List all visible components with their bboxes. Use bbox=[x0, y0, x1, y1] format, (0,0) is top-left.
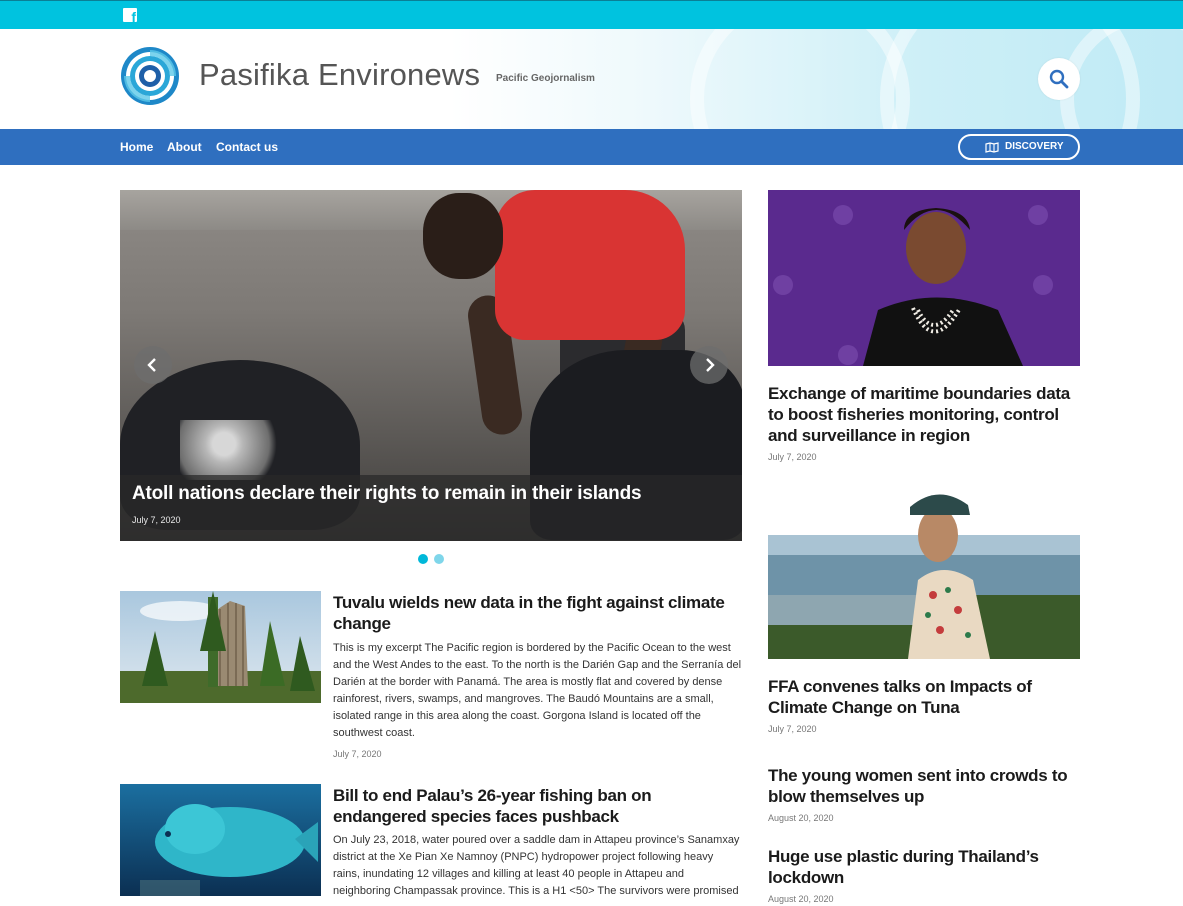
article-excerpt: On July 23, 2018, water poured over a sa… bbox=[333, 834, 740, 897]
sidebar-image bbox=[768, 485, 1080, 659]
nav-item-contact[interactable]: Contact us bbox=[216, 140, 278, 154]
chevron-left-icon bbox=[147, 358, 156, 372]
article-thumbnail[interactable] bbox=[120, 591, 321, 703]
sidebar-article-title[interactable]: FFA convenes talks on Impacts of Climate… bbox=[768, 676, 1083, 718]
main-navigation: Home About Contact us DISCOVERY bbox=[0, 129, 1183, 165]
site-logo[interactable] bbox=[120, 46, 180, 106]
nav-item-about[interactable]: About bbox=[167, 140, 202, 154]
slider-dot-active[interactable] bbox=[418, 554, 428, 564]
sidebar-article-date: July 7, 2020 bbox=[768, 724, 817, 734]
article-title[interactable]: Bill to end Palau’s 26-year fishing ban … bbox=[333, 785, 743, 827]
map-icon bbox=[985, 142, 999, 153]
top-social-bar: f bbox=[0, 0, 1183, 29]
slider-next-button[interactable] bbox=[690, 346, 728, 384]
article-title[interactable]: Tuvalu wields new data in the fight agai… bbox=[333, 592, 743, 634]
site-tagline: Pacific Geojornalism bbox=[496, 73, 595, 84]
discovery-button[interactable]: DISCOVERY bbox=[958, 134, 1080, 160]
search-icon bbox=[1049, 69, 1069, 89]
nav-item-home[interactable]: Home bbox=[120, 140, 153, 154]
article-image bbox=[120, 784, 321, 896]
hero-caption: Atoll nations declare their rights to re… bbox=[120, 475, 742, 541]
sidebar-article-date: August 20, 2020 bbox=[768, 894, 834, 904]
sidebar-image bbox=[768, 190, 1080, 366]
slider-prev-button[interactable] bbox=[134, 346, 172, 384]
slider-pagination bbox=[417, 554, 447, 566]
article-thumbnail[interactable] bbox=[120, 784, 321, 896]
article-image bbox=[120, 591, 321, 703]
sidebar-article-title[interactable]: Exchange of maritime boundaries data to … bbox=[768, 383, 1083, 446]
sidebar-article-title[interactable]: Huge use plastic during Thailand’s lockd… bbox=[768, 846, 1083, 888]
site-header: Pasifika Environews Pacific Geojornalism bbox=[0, 29, 1183, 129]
hero-slider[interactable]: Atoll nations declare their rights to re… bbox=[120, 190, 742, 541]
sidebar-article-date: July 7, 2020 bbox=[768, 452, 817, 462]
sidebar-article-date: August 20, 2020 bbox=[768, 813, 834, 823]
facebook-icon[interactable]: f bbox=[123, 8, 137, 24]
article-date: July 7, 2020 bbox=[333, 749, 382, 759]
sidebar-thumbnail[interactable] bbox=[768, 190, 1080, 366]
sidebar-thumbnail[interactable] bbox=[768, 485, 1080, 659]
header-pattern bbox=[690, 29, 910, 129]
hero-date: July 7, 2020 bbox=[132, 515, 181, 525]
slider-dot[interactable] bbox=[434, 554, 444, 564]
hero-title[interactable]: Atoll nations declare their rights to re… bbox=[132, 483, 642, 505]
search-button[interactable] bbox=[1038, 58, 1080, 100]
article-excerpt: This is my excerpt The Pacific region is… bbox=[333, 642, 742, 739]
site-title[interactable]: Pasifika Environews bbox=[199, 57, 480, 93]
chevron-right-icon bbox=[706, 358, 715, 372]
sidebar-article-title[interactable]: The young women sent into crowds to blow… bbox=[768, 765, 1083, 807]
discovery-label: DISCOVERY bbox=[1005, 141, 1064, 152]
